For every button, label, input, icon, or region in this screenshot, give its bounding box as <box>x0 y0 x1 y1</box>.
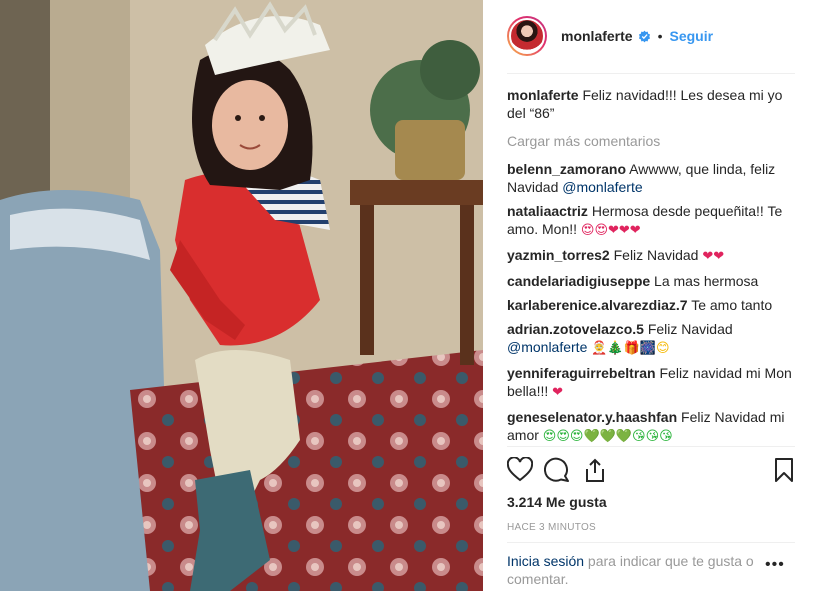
post-header: monlaferte • Seguir <box>507 14 795 58</box>
action-bar <box>507 457 797 485</box>
comment-item: candelariadigiuseppe La mas hermosa <box>507 272 801 290</box>
post-panel: monlaferte • Seguir monlaferte Feliz nav… <box>483 0 816 591</box>
caption: monlaferte Feliz navidad!!! Les desea mi… <box>507 86 801 122</box>
comment-mention[interactable]: @monlaferte <box>507 339 587 355</box>
comment-text: Te amo tanto <box>687 297 773 313</box>
comment-mention[interactable]: @monlaferte <box>562 179 642 195</box>
comment-emoji: ❤ <box>552 385 564 400</box>
owner-username[interactable]: monlaferte <box>561 28 633 44</box>
comment-item: nataliaactriz Hermosa desde pequeñita!! … <box>507 202 801 240</box>
verified-badge-icon <box>638 30 650 42</box>
post-timestamp: HACE 3 MINUTOS <box>507 522 597 533</box>
comment-username[interactable]: adrian.zotovelazco.5 <box>507 321 644 337</box>
comment-icon[interactable] <box>544 457 570 483</box>
likes-count[interactable]: 3.214 Me gusta <box>507 494 607 510</box>
caption-username[interactable]: monlaferte <box>507 87 579 103</box>
more-options-icon[interactable]: ••• <box>765 556 785 574</box>
comment-username[interactable]: nataliaactriz <box>507 203 588 219</box>
comment-username[interactable]: yazmin_torres2 <box>507 247 610 263</box>
follow-button[interactable]: Seguir <box>669 28 713 44</box>
comment-text: La mas hermosa <box>650 273 759 289</box>
photo-illustration <box>0 0 483 591</box>
comment-item: adrian.zotovelazco.5 Feliz Navidad @monl… <box>507 320 801 358</box>
comment-emoji: 😍😍😍💚💚💚😘😘😘 <box>542 429 673 444</box>
comment-emoji: 🤶🎄🎁🎆😊 <box>591 341 670 356</box>
comment-emoji: ❤❤ <box>702 249 725 264</box>
comments-list[interactable]: monlaferte Feliz navidad!!! Les desea mi… <box>507 86 801 446</box>
comment-item: karlaberenice.alvarezdiaz.7 Te amo tanto <box>507 296 801 314</box>
divider <box>507 446 795 447</box>
comment-text: Feliz Navidad <box>609 247 703 263</box>
bookmark-icon[interactable] <box>771 457 797 483</box>
comment-item: belenn_zamorano Awwww, que linda, feliz … <box>507 160 801 196</box>
comment-username[interactable]: karlaberenice.alvarezdiaz.7 <box>507 297 688 313</box>
comment-text: Feliz Navidad <box>643 321 733 337</box>
avatar[interactable] <box>507 16 547 56</box>
comment-username[interactable]: yenniferaguirrebeltran <box>507 365 656 381</box>
comment-item: yenniferaguirrebeltran Feliz navidad mi … <box>507 364 801 402</box>
post-photo[interactable] <box>0 0 483 591</box>
comment-item: yazmin_torres2 Feliz Navidad ❤❤ <box>507 246 801 266</box>
login-link[interactable]: Inicia sesión <box>507 553 584 569</box>
load-more-comments-button[interactable]: Cargar más comentarios <box>507 132 801 150</box>
divider <box>507 73 795 74</box>
separator-dot: • <box>657 28 663 44</box>
comment-username[interactable]: geneselenator.y.haashfan <box>507 409 677 425</box>
share-icon[interactable] <box>582 457 608 483</box>
comment-username[interactable]: candelariadigiuseppe <box>507 273 650 289</box>
comment-item: geneselenator.y.haashfan Feliz Navidad m… <box>507 408 801 446</box>
login-prompt: Inicia sesión para indicar que te gusta … <box>507 552 772 588</box>
heart-icon[interactable] <box>507 457 533 483</box>
comment-username[interactable]: belenn_zamorano <box>507 161 626 177</box>
divider <box>507 542 795 543</box>
comment-emoji: 😍😍❤❤❤ <box>580 223 641 238</box>
